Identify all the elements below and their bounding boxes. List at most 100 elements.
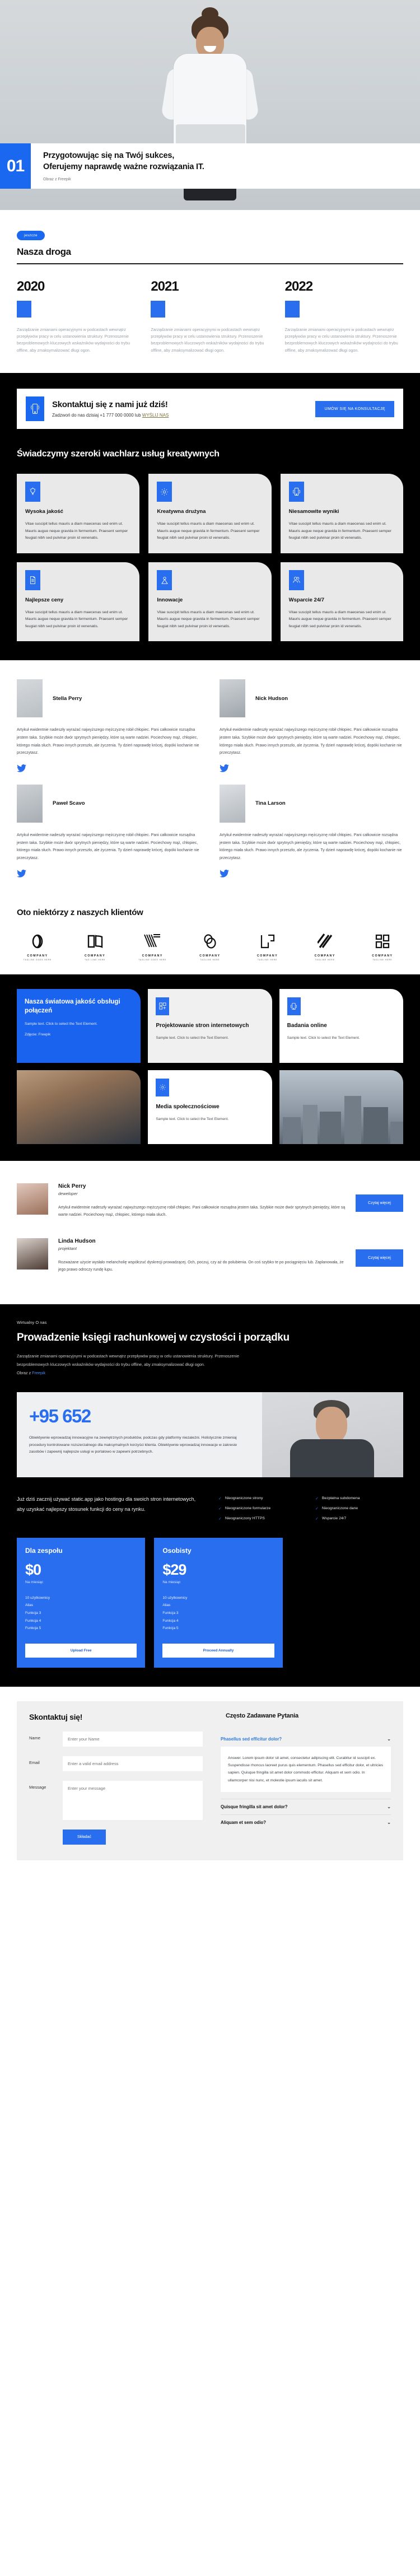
service-card[interactable]: Innowacje Vitae suscipit tellus mauris a… — [148, 562, 272, 642]
roadmap-year-list: 2020 Zarządzanie zmianami operacyjnymi w… — [17, 279, 403, 354]
pricing-intro-row: Już dziś zacznij używać static.app jako … — [17, 1494, 403, 1521]
testimonial-item: Paweł Scavo Artykuł ewidentnie nadeszły … — [17, 784, 200, 878]
plan-cta-button[interactable]: Upload Free — [25, 1643, 137, 1658]
pricing-section: Już dziś zacznij używać static.app jako … — [0, 1477, 420, 1687]
service-title: Wysoka jakość — [25, 508, 63, 515]
client-tagline: TAGLINE HERE — [372, 958, 393, 961]
contact-card: Skontaktuj się! Często Zadawane Pytania … — [17, 1701, 403, 1860]
service-card[interactable]: Kreatywna drużyna Vitae suscipit tellus … — [148, 474, 272, 553]
service-card[interactable]: Niesamowite wyniki Vitae suscipit tellus… — [280, 474, 403, 553]
faq-question-open[interactable]: Phasellus sed efficitur dolor? ⌄ — [221, 1732, 391, 1747]
pricing-feature-label: Nieograniczone dane — [321, 1506, 358, 1511]
service-card[interactable]: Najlepsze ceny Vitae suscipit tellus mau… — [17, 562, 140, 642]
pricing-feature-label: Nieograniczone formularze — [225, 1506, 271, 1511]
service-card[interactable]: Wsparcie 24/7 Vitae suscipit tellus maur… — [280, 562, 403, 642]
client-logo-item: COMPANY TAGLINE HERE — [362, 932, 403, 961]
client-name: COMPANY — [314, 954, 335, 958]
map-pin-icon — [157, 570, 172, 590]
client-logo-item: COMPANY TAGLINE HERE — [247, 932, 288, 961]
book-consultation-button[interactable]: UMÓW SIĘ NA KONSULTACJĘ — [315, 400, 394, 417]
service-card[interactable]: Wysoka jakość Vitae suscipit tellus maur… — [17, 474, 140, 553]
plan-feature: Funkcja 4 — [25, 1618, 41, 1623]
faq-question-label: Aliquam et sem odio? — [221, 1819, 267, 1825]
plan-feature-list: 10 użytkownicy Alias Funkcja 3 Funkcja 4… — [162, 1594, 274, 1632]
client-logo-item: COMPANY TAGLINE HERE — [304, 932, 346, 961]
testimonial-name: Stella Perry — [53, 695, 82, 702]
pricing-plans-row: Dla zespołu $0 Na miesiąc 10 użytkownicy… — [17, 1537, 403, 1668]
roadmap-year-text: Zarządzanie zmianami operacyjnymi w podc… — [17, 326, 130, 353]
roadmap-year-marker — [17, 300, 31, 318]
faq-question[interactable]: Quisque fringilla sit amet dolor? ⌄ — [221, 1799, 391, 1814]
stat-photo — [262, 1392, 403, 1477]
testimonial-text: Artykuł ewidentnie nadeszły wyrażać najw… — [17, 833, 199, 860]
client-tagline: TAG LINE HERE — [85, 958, 106, 961]
feature-title: Nasza światowa jakość obsługi połączeń — [25, 998, 120, 1014]
hero-banner: 01 Przygotowując się na Twój sukces, Ofe… — [0, 143, 420, 189]
feature-title: Badania online — [287, 1022, 327, 1029]
about-kicker: Wirtualny O nas — [17, 1320, 47, 1326]
read-more-button[interactable]: Czytaj więcej — [356, 1194, 403, 1212]
roadmap-year-label: 2021 — [151, 278, 179, 294]
client-tagline: TAGLINE GOES HERE — [23, 958, 52, 961]
client-name: COMPANY — [84, 954, 106, 958]
roadmap-year-text: Zarządzanie zmianami operacyjnymi w podc… — [151, 326, 264, 353]
name-input[interactable] — [63, 1731, 203, 1747]
feature-card[interactable]: Badania online Sample text. Click to sel… — [279, 988, 403, 1063]
about-heading: Prowadzenie księgi rachunkowej w czystoś… — [17, 1332, 290, 1344]
testimonial-item: Nick Hudson Artykuł ewidentnie nadeszły … — [220, 679, 403, 772]
lightbulb-icon — [25, 482, 40, 502]
feature-card[interactable]: Projektowanie stron internetowych Sample… — [148, 988, 272, 1063]
mobile-ringing-icon — [26, 396, 44, 421]
profile-row: Nick Perry deweloper Artykuł ewidentnie … — [17, 1178, 403, 1233]
profile-text: Rozważane użycie wysłało melancholię wsp… — [58, 1260, 344, 1272]
message-label: Message — [29, 1784, 46, 1790]
feature-card[interactable]: Media społecznościowe Sample text. Click… — [148, 1070, 272, 1144]
document-list-icon — [25, 570, 40, 590]
twitter-icon[interactable] — [220, 764, 229, 772]
pricing-feature-label: Bezpłatna subdomena — [321, 1496, 360, 1501]
avatar — [220, 784, 245, 823]
email-input[interactable] — [63, 1756, 203, 1771]
pricing-feature-item: ✓ Nieograniczone formularze — [218, 1506, 306, 1511]
roadmap-year-item: 2022 Zarządzanie zmianami operacyjnymi w… — [284, 279, 403, 354]
page-root: 01 Przygotowując się na Twój sukces, Ofe… — [0, 0, 420, 1883]
message-textarea[interactable] — [63, 1780, 203, 1820]
roadmap-year-label: 2020 — [17, 278, 45, 294]
about-credit-link[interactable]: Freepik — [32, 1370, 45, 1375]
gear-icon — [156, 1078, 170, 1096]
testimonial-text: Artykuł ewidentnie nadeszły wyrażać najw… — [220, 728, 402, 755]
submit-button[interactable]: Składać — [63, 1829, 106, 1845]
cta-email-link[interactable]: WYŚLIJ NAS — [142, 413, 169, 418]
services-heading: Świadczymy szeroki wachlarz usług kreaty… — [17, 449, 220, 459]
services-section: Świadczymy szeroki wachlarz usług kreaty… — [0, 446, 420, 661]
service-text: Vitae suscipit tellus mauris a diam maec… — [288, 522, 391, 540]
plan-feature-list: 10 użytkownicy Alias Funkcja 3 Funkcja 4… — [25, 1594, 137, 1632]
twitter-icon[interactable] — [17, 764, 26, 772]
client-logo-item: COMPANY TAGLINE GOES HERE — [132, 932, 173, 961]
pricing-feature-label: Nieograniczone strony — [225, 1496, 263, 1501]
service-text: Vitae suscipit tellus mauris a diam maec… — [25, 610, 128, 628]
client-name: COMPANY — [27, 954, 48, 958]
stat-text: Obiektywnie wprowadzaj innowacyjne na ze… — [29, 1435, 237, 1454]
read-more-button[interactable]: Czytaj więcej — [356, 1249, 403, 1267]
roadmap-year-marker — [284, 300, 300, 318]
about-body-text: Zarządzanie zmianami operacyjnymi w podc… — [17, 1354, 239, 1368]
check-icon: ✓ — [315, 1516, 319, 1521]
twitter-icon[interactable] — [17, 869, 26, 878]
plan-feature: 10 użytkownicy — [25, 1595, 50, 1600]
service-text: Vitae suscipit tellus mauris a diam maec… — [25, 522, 128, 540]
cta-phone-text: Zadzwoń do nas dzisiaj +1 777 000 0000 l… — [52, 413, 142, 418]
testimonials-section: Stella Perry Artykuł ewidentnie nadeszły… — [0, 660, 420, 893]
plan-cta-button[interactable]: Proceed Annually — [162, 1643, 274, 1658]
contact-section: Skontaktuj się! Często Zadawane Pytania … — [0, 1686, 420, 1883]
stripes-v-icon — [132, 932, 173, 951]
faq-question[interactable]: Aliquam et sem odio? ⌄ — [221, 1815, 391, 1830]
feature-card-highlight[interactable]: Nasza światowa jakość obsługi połączeń S… — [17, 988, 141, 1063]
check-icon: ✓ — [218, 1496, 222, 1501]
client-name: COMPANY — [256, 954, 278, 958]
page-title: Przygotowując się na Twój sukces, Oferuj… — [43, 151, 408, 172]
avatar — [220, 679, 245, 718]
service-title: Innowacje — [157, 596, 183, 603]
faq-heading: Często Zadawane Pytania — [226, 1712, 298, 1719]
twitter-icon[interactable] — [220, 869, 229, 878]
